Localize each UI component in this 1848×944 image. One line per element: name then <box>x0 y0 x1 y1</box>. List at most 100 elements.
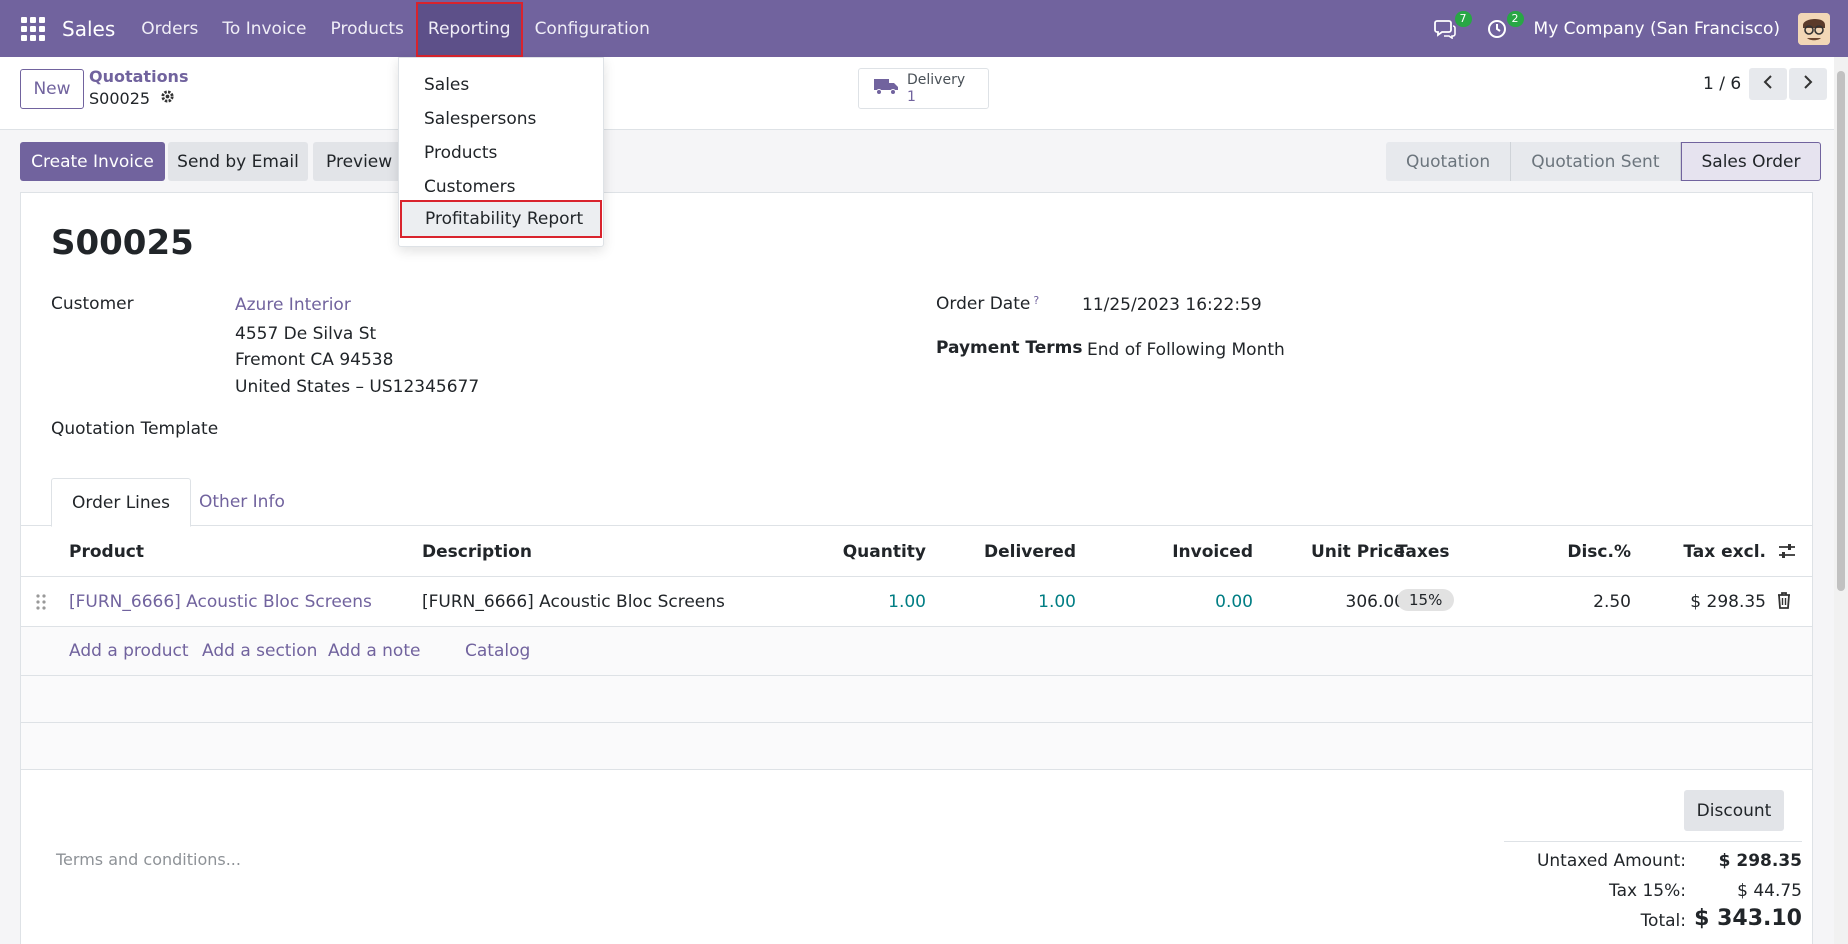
payment-terms-label: Payment Terms <box>936 338 1083 358</box>
trash-icon[interactable] <box>1776 591 1792 614</box>
messages-badge: 7 <box>1454 10 1472 27</box>
app-grid-icon[interactable] <box>20 16 46 42</box>
delivery-count: 1 <box>907 88 916 105</box>
create-invoice-button[interactable]: Create Invoice <box>20 142 165 181</box>
activities-icon[interactable]: 2 <box>1482 10 1524 44</box>
row-discount[interactable]: 2.50 <box>1491 592 1631 612</box>
delivery-label: Delivery <box>907 71 966 88</box>
app-brand[interactable]: Sales <box>62 17 115 41</box>
order-date-label: Order Date? <box>936 294 1039 314</box>
nav-reporting[interactable]: Reporting <box>415 1 523 57</box>
payment-terms-value[interactable]: End of Following Month <box>1087 340 1285 360</box>
form-sheet: S00025 Customer Azure Interior 4557 De S… <box>20 192 1813 944</box>
untaxed-value: $ 298.35 <box>1718 851 1802 871</box>
breadcrumb-quotations[interactable]: Quotations <box>89 67 188 86</box>
customer-label: Customer <box>51 294 134 314</box>
menu-item-salespersons[interactable]: Salespersons <box>399 102 603 136</box>
table-row[interactable]: [FURN_6666] Acoustic Bloc Screens [FURN_… <box>21 577 1812 627</box>
quotation-template-label: Quotation Template <box>51 419 219 439</box>
status-bar: Quotation Quotation Sent Sales Order <box>1386 142 1822 181</box>
stage-quotation[interactable]: Quotation <box>1386 142 1512 181</box>
row-unit-price[interactable]: 306.00 <box>1261 592 1405 612</box>
action-bar: Create Invoice Send by Email Preview Quo… <box>0 130 1848 192</box>
truck-icon <box>873 76 899 101</box>
stage-quotation-sent[interactable]: Quotation Sent <box>1511 142 1681 181</box>
page-scrollbar[interactable] <box>1834 57 1848 944</box>
add-product-link[interactable]: Add a product <box>69 641 189 661</box>
total-value: $ 343.10 <box>1694 906 1802 931</box>
order-date-label-text: Order Date <box>936 294 1031 314</box>
col-product[interactable]: Product <box>69 542 144 562</box>
col-invoiced[interactable]: Invoiced <box>1101 542 1253 562</box>
terms-input[interactable]: Terms and conditions... <box>56 850 241 869</box>
order-lines-header: Product Description Quantity Delivered I… <box>21 526 1812 577</box>
tab-order-lines[interactable]: Order Lines <box>51 478 191 527</box>
column-settings-icon[interactable] <box>1777 542 1797 565</box>
total-label: Total: <box>1640 911 1686 931</box>
pager-previous-button[interactable] <box>1749 68 1787 100</box>
menu-item-profitability-report[interactable]: Profitability Report <box>400 200 602 238</box>
company-switcher[interactable]: My Company (San Francisco) <box>1534 19 1780 39</box>
menu-item-customers[interactable]: Customers <box>399 170 603 204</box>
row-tax-tag[interactable]: 15% <box>1397 589 1455 611</box>
pager-value[interactable]: 1 / 6 <box>1703 74 1741 94</box>
user-avatar[interactable] <box>1798 12 1830 45</box>
chevron-right-icon <box>1802 74 1814 95</box>
col-delivered[interactable]: Delivered <box>931 542 1076 562</box>
discount-button[interactable]: Discount <box>1684 790 1784 831</box>
drag-handle-icon[interactable] <box>35 592 47 617</box>
nav-configuration[interactable]: Configuration <box>523 0 662 57</box>
col-tax-excl[interactable]: Tax excl. <box>1631 542 1766 562</box>
nav-orders[interactable]: Orders <box>129 0 210 57</box>
col-discount[interactable]: Disc.% <box>1491 542 1631 562</box>
preview-button[interactable]: Preview <box>313 142 403 181</box>
notebook-tabs: Order Lines Other Info <box>21 478 1812 527</box>
row-description[interactable]: [FURN_6666] Acoustic Bloc Screens <box>422 592 725 612</box>
pager-next-button[interactable] <box>1789 68 1827 100</box>
nav-to-invoice[interactable]: To Invoice <box>210 0 318 57</box>
reporting-dropdown: Sales Salespersons Products Customers Pr… <box>398 57 604 247</box>
customer-name-link[interactable]: Azure Interior <box>235 295 351 315</box>
menu-item-products[interactable]: Products <box>399 136 603 170</box>
scrollbar-thumb[interactable] <box>1837 71 1845 591</box>
page-title: S00025 <box>51 223 194 263</box>
messages-icon[interactable]: 7 <box>1430 10 1472 44</box>
catalog-link[interactable]: Catalog <box>465 641 530 661</box>
row-subtotal: $ 298.35 <box>1690 592 1766 612</box>
row-quantity[interactable]: 1.00 <box>701 592 926 612</box>
add-section-link[interactable]: Add a section <box>202 641 317 661</box>
top-navbar: Sales Orders To Invoice Products Reporti… <box>0 0 1848 57</box>
empty-row <box>21 723 1812 770</box>
col-unit-price[interactable]: Unit Price <box>1261 542 1405 562</box>
stage-sales-order[interactable]: Sales Order <box>1680 142 1822 181</box>
tab-other-info[interactable]: Other Info <box>179 478 305 526</box>
breadcrumb-current: S00025 <box>89 89 175 108</box>
untaxed-label: Untaxed Amount: <box>1536 851 1686 871</box>
customer-address-line1: 4557 De Silva St <box>235 324 377 344</box>
customer-address-line3: United States – US12345677 <box>235 377 480 397</box>
col-taxes[interactable]: Taxes <box>1396 542 1450 562</box>
send-by-email-button[interactable]: Send by Email <box>168 142 308 181</box>
customer-address-line2: Fremont CA 94538 <box>235 350 394 370</box>
row-invoiced[interactable]: 0.00 <box>1101 592 1253 612</box>
gear-icon[interactable] <box>160 89 175 108</box>
menu-item-sales[interactable]: Sales <box>399 68 603 102</box>
add-line-row: Add a product Add a section Add a note C… <box>21 627 1812 676</box>
order-date-value[interactable]: 11/25/2023 16:22:59 <box>1082 295 1262 315</box>
empty-row <box>21 676 1812 723</box>
chevron-left-icon <box>1762 74 1774 95</box>
row-delivered[interactable]: 1.00 <box>931 592 1076 612</box>
row-product[interactable]: [FURN_6666] Acoustic Bloc Screens <box>69 592 372 612</box>
delivery-smart-button[interactable]: Delivery 1 <box>858 68 989 109</box>
col-quantity[interactable]: Quantity <box>701 542 926 562</box>
tax-value: $ 44.75 <box>1737 881 1802 901</box>
breadcrumb-current-label: S00025 <box>89 89 151 108</box>
new-button[interactable]: New <box>20 69 84 109</box>
tax-label: Tax 15%: <box>1609 881 1686 901</box>
help-icon[interactable]: ? <box>1033 294 1039 307</box>
add-note-link[interactable]: Add a note <box>328 641 420 661</box>
nav-products[interactable]: Products <box>319 0 416 57</box>
control-panel: New Quotations S00025 Delivery 1 1 / 6 <box>0 57 1848 130</box>
activities-badge: 2 <box>1506 10 1524 27</box>
col-description[interactable]: Description <box>422 542 532 562</box>
